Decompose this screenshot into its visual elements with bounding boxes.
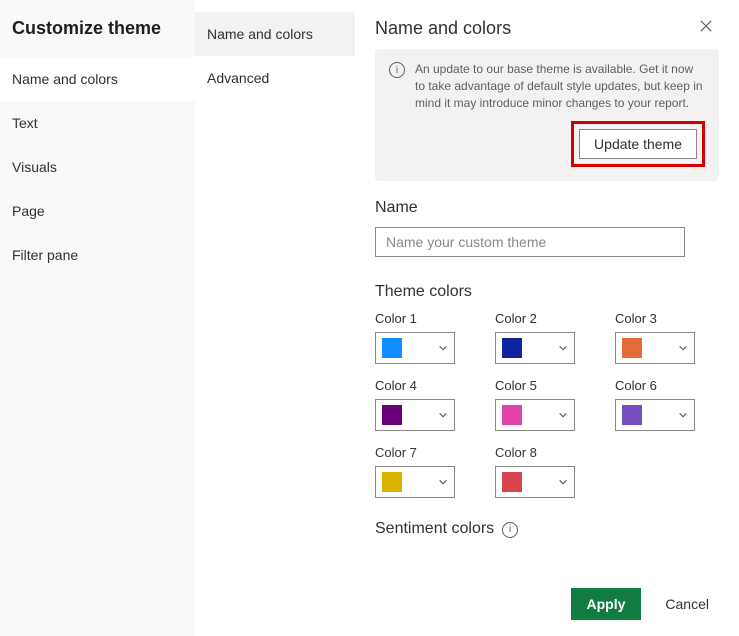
panel-content: i An update to our base theme is availab… xyxy=(355,49,739,572)
update-theme-button[interactable]: Update theme xyxy=(579,129,697,159)
chevron-down-icon xyxy=(438,340,448,356)
color-item: Color 8 xyxy=(495,445,595,498)
close-button[interactable] xyxy=(699,19,719,39)
panel-title: Name and colors xyxy=(375,18,511,39)
color-label: Color 8 xyxy=(495,445,595,460)
chevron-down-icon xyxy=(438,474,448,490)
sub-sidebar: Name and colors Advanced xyxy=(195,0,355,636)
color-label: Color 4 xyxy=(375,378,475,393)
color-swatch xyxy=(502,405,522,425)
theme-colors-label: Theme colors xyxy=(375,283,719,301)
color-picker[interactable] xyxy=(615,399,695,431)
color-swatch xyxy=(622,338,642,358)
color-swatch xyxy=(382,405,402,425)
color-picker[interactable] xyxy=(375,399,455,431)
apply-button[interactable]: Apply xyxy=(571,588,642,620)
color-picker[interactable] xyxy=(495,466,575,498)
color-label: Color 3 xyxy=(615,311,715,326)
close-icon xyxy=(699,19,713,33)
update-theme-card: i An update to our base theme is availab… xyxy=(375,49,719,181)
nav-item-filter-pane[interactable]: Filter pane xyxy=(0,233,195,277)
subnav-item-advanced[interactable]: Advanced xyxy=(195,56,355,100)
color-picker[interactable] xyxy=(495,399,575,431)
nav-item-name-and-colors[interactable]: Name and colors xyxy=(0,57,195,101)
cancel-button[interactable]: Cancel xyxy=(655,588,719,620)
main-panel: Name and colors i An update to our base … xyxy=(355,0,739,636)
sentiment-colors-section: Sentiment colors i xyxy=(375,520,719,538)
theme-colors-grid: Color 1 Color 2 Color 3 Color 4 Color 5 Color… xyxy=(375,311,719,498)
color-picker[interactable] xyxy=(375,466,455,498)
chevron-down-icon xyxy=(678,340,688,356)
dialog-footer: Apply Cancel xyxy=(355,572,739,636)
color-label: Color 7 xyxy=(375,445,475,460)
nav-item-page[interactable]: Page xyxy=(0,189,195,233)
primary-sidebar: Customize theme Name and colors Text Vis… xyxy=(0,0,195,636)
color-item: Color 4 xyxy=(375,378,475,431)
color-picker[interactable] xyxy=(495,332,575,364)
color-swatch xyxy=(382,338,402,358)
color-item: Color 7 xyxy=(375,445,475,498)
color-swatch xyxy=(502,472,522,492)
info-icon: i xyxy=(389,62,405,78)
color-item: Color 1 xyxy=(375,311,475,364)
update-message: An update to our base theme is available… xyxy=(415,61,705,111)
chevron-down-icon xyxy=(558,340,568,356)
info-icon[interactable]: i xyxy=(502,522,518,538)
nav-item-text[interactable]: Text xyxy=(0,101,195,145)
name-section-label: Name xyxy=(375,199,719,217)
subnav-item-name-and-colors[interactable]: Name and colors xyxy=(195,12,355,56)
panel-header: Name and colors xyxy=(355,0,739,49)
chevron-down-icon xyxy=(438,407,448,423)
color-swatch xyxy=(622,405,642,425)
chevron-down-icon xyxy=(558,474,568,490)
color-item: Color 5 xyxy=(495,378,595,431)
sentiment-colors-label: Sentiment colors xyxy=(375,520,494,538)
color-picker[interactable] xyxy=(615,332,695,364)
color-item: Color 2 xyxy=(495,311,595,364)
color-picker[interactable] xyxy=(375,332,455,364)
color-item: Color 6 xyxy=(615,378,715,431)
color-label: Color 5 xyxy=(495,378,595,393)
chevron-down-icon xyxy=(678,407,688,423)
color-swatch xyxy=(502,338,522,358)
color-label: Color 2 xyxy=(495,311,595,326)
color-label: Color 6 xyxy=(615,378,715,393)
chevron-down-icon xyxy=(558,407,568,423)
color-label: Color 1 xyxy=(375,311,475,326)
nav-item-visuals[interactable]: Visuals xyxy=(0,145,195,189)
color-item: Color 3 xyxy=(615,311,715,364)
dialog-title: Customize theme xyxy=(0,12,195,57)
update-button-highlight: Update theme xyxy=(571,121,705,167)
color-swatch xyxy=(382,472,402,492)
theme-name-input[interactable] xyxy=(375,227,685,257)
